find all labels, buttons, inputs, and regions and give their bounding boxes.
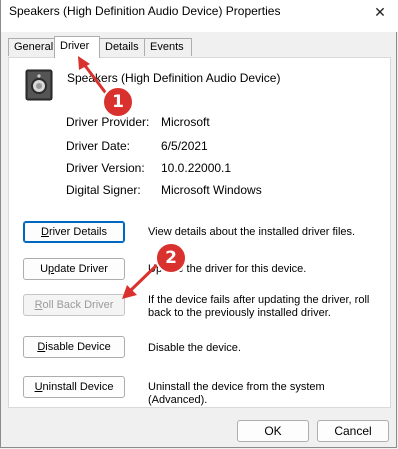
cancel-button[interactable]: Cancel [317, 420, 389, 442]
tab-events[interactable]: Events [144, 38, 192, 56]
digital-signer-label: Digital Signer: [66, 183, 141, 197]
uninstall-device-description: Uninstall the device from the system (Ad… [148, 381, 325, 406]
title-bar: Speakers (High Definition Audio Device) … [1, 0, 398, 32]
window-title: Speakers (High Definition Audio Device) … [9, 4, 281, 18]
roll-back-driver-button[interactable]: Roll Back Driver [23, 294, 125, 316]
tab-general[interactable]: General [8, 38, 56, 56]
driver-date-label: Driver Date: [66, 139, 131, 153]
driver-details-description: View details about the installed driver … [148, 226, 356, 238]
update-driver-button[interactable]: Update Driver [23, 258, 125, 280]
driver-tab-panel: Speakers (High Definition Audio Device) … [8, 57, 391, 408]
close-icon[interactable]: ✕ [367, 2, 393, 24]
uninstall-device-button[interactable]: Uninstall Device [23, 376, 125, 398]
properties-dialog: Speakers (High Definition Audio Device) … [0, 0, 398, 448]
disable-device-description: Disable the device. [148, 342, 241, 354]
driver-details-button[interactable]: Driver Details [23, 221, 125, 243]
annotation-badge-2: 2 [155, 242, 187, 274]
disable-device-button[interactable]: Disable Device [23, 336, 125, 358]
driver-provider-label: Driver Provider: [66, 115, 150, 129]
driver-provider-value: Microsoft [161, 115, 210, 129]
speaker-icon [25, 69, 53, 101]
driver-version-label: Driver Version: [66, 161, 145, 175]
ok-button[interactable]: OK [237, 420, 309, 442]
driver-date-value: 6/5/2021 [161, 139, 208, 153]
driver-version-value: 10.0.22000.1 [161, 161, 232, 175]
roll-back-driver-description: If the device fails after updating the d… [148, 294, 370, 319]
digital-signer-value: Microsoft Windows [161, 183, 262, 197]
annotation-badge-1: 1 [102, 86, 134, 118]
